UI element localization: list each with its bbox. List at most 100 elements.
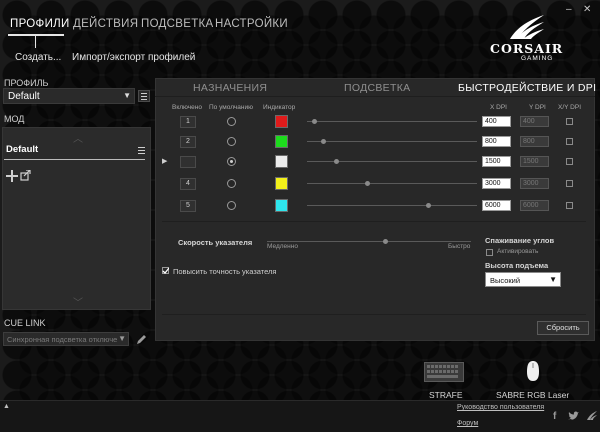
xy-dpi-checkbox[interactable] <box>566 138 573 145</box>
mode-menu-icon[interactable] <box>138 147 146 154</box>
x-dpi-input[interactable]: 3000 <box>482 178 511 189</box>
edit-pencil-icon[interactable] <box>136 334 147 345</box>
pointer-precision-checkbox[interactable] <box>162 267 169 274</box>
col-default: По умолчанию <box>209 104 253 111</box>
dpi-slider-track[interactable] <box>307 161 477 162</box>
default-stage-radio[interactable] <box>227 201 236 210</box>
angle-snapping-activate: Активировать <box>497 248 539 255</box>
corsair-small-icon[interactable] <box>586 409 598 421</box>
profile-label: ПРОФИЛЬ <box>4 78 49 88</box>
scroll-up-icon[interactable]: ︿ <box>73 130 83 145</box>
dpi-slider-thumb[interactable] <box>426 203 431 208</box>
xy-dpi-checkbox[interactable] <box>566 158 573 165</box>
default-stage-radio[interactable] <box>227 117 236 126</box>
xy-dpi-checkbox[interactable] <box>566 180 573 187</box>
y-dpi-input[interactable]: 1500 <box>520 156 549 167</box>
mouse-icon[interactable] <box>526 360 540 382</box>
x-dpi-input[interactable]: 1500 <box>482 156 511 167</box>
chevron-down-icon: ▼ <box>549 275 557 284</box>
indicator-color-swatch[interactable] <box>275 115 288 128</box>
col-enabled: Включено <box>172 104 202 111</box>
x-dpi-input[interactable]: 6000 <box>482 200 511 211</box>
default-stage-radio[interactable] <box>227 179 236 188</box>
tab-settings[interactable]: НАСТРОЙКИ <box>215 18 288 30</box>
profile-menu-button[interactable] <box>138 90 150 102</box>
x-dpi-input[interactable]: 400 <box>482 116 511 127</box>
dpi-stage-number[interactable]: 4 <box>180 178 196 190</box>
y-dpi-input[interactable]: 3000 <box>520 178 549 189</box>
active-tab-indicator <box>8 34 64 36</box>
active-stage-arrow-icon: ▶ <box>162 158 168 165</box>
default-stage-radio[interactable] <box>227 157 236 166</box>
tab-bar-divider <box>155 96 595 97</box>
minimize-button[interactable]: – <box>566 4 572 15</box>
dpi-slider-track[interactable] <box>307 205 477 206</box>
keyboard-icon[interactable] <box>424 362 464 382</box>
dpi-slider-thumb[interactable] <box>364 181 370 186</box>
dpi-stage-number[interactable]: 5 <box>180 200 196 212</box>
mode-item-underline <box>4 159 145 160</box>
pointer-precision-label: Повысить точность указателя <box>173 267 277 276</box>
x-dpi-input[interactable]: 800 <box>482 136 511 147</box>
xy-dpi-checkbox[interactable] <box>566 202 573 209</box>
tab-performance-dpi[interactable]: БЫСТРОДЕЙСТВИЕ И DPI <box>458 82 596 94</box>
dpi-stage-number[interactable]: 1 <box>180 116 196 128</box>
tab-profiles[interactable]: ПРОФИЛИ <box>10 18 70 30</box>
lift-height-value: Высокий <box>490 276 521 285</box>
corsair-sails-icon <box>510 15 544 39</box>
device-sabre-label: SABRE RGB Laser <box>496 390 570 400</box>
chevron-down-icon: ▼ <box>118 334 126 343</box>
tab-assignments[interactable]: НАЗНАЧЕНИЯ <box>193 82 267 94</box>
cue-link-select[interactable]: Синхронная подсветка отключе ▼ <box>3 332 129 346</box>
dpi-slider-thumb[interactable] <box>320 139 326 144</box>
angle-snapping-checkbox[interactable] <box>486 249 493 256</box>
checkmark-icon <box>162 267 169 274</box>
twitter-icon[interactable] <box>568 411 579 421</box>
tab-panel-lighting[interactable]: ПОДСВЕТКА <box>344 82 410 94</box>
indicator-color-swatch[interactable] <box>275 199 288 212</box>
indicator-color-swatch[interactable] <box>275 177 288 190</box>
col-indicator: Индикатор <box>263 104 296 111</box>
lift-height-label: Высота подъема <box>485 261 549 270</box>
dpi-slider-track[interactable] <box>307 183 477 184</box>
dpi-stage-number[interactable] <box>180 156 196 168</box>
chevron-down-icon: ▼ <box>123 91 131 100</box>
angle-snapping-label: Спаживание углов <box>485 236 555 245</box>
user-guide-link[interactable]: Руководство пользователя <box>457 404 544 411</box>
tab-lighting[interactable]: ПОДСВЕТКА <box>141 18 214 30</box>
forum-link[interactable]: Форум <box>457 420 478 427</box>
y-dpi-input[interactable]: 6000 <box>520 200 549 211</box>
pointer-speed-track[interactable] <box>267 241 471 242</box>
xy-dpi-checkbox[interactable] <box>566 118 573 125</box>
cue-link-label: CUE LINK <box>4 318 46 328</box>
close-button[interactable]: ✕ <box>583 4 591 15</box>
pointer-speed-fast: Быстро <box>448 243 471 250</box>
default-stage-radio[interactable] <box>227 137 236 146</box>
tab-actions[interactable]: ДЕЙСТВИЯ <box>73 18 138 30</box>
device-strafe-label: STRAFE <box>429 390 463 400</box>
import-mode-icon[interactable] <box>20 170 31 181</box>
reset-button[interactable]: Сбросить <box>537 321 589 335</box>
y-dpi-input[interactable]: 400 <box>520 116 549 127</box>
section-divider-bottom <box>162 314 586 315</box>
facebook-icon[interactable]: f <box>553 411 556 422</box>
mode-item-default[interactable]: Default <box>4 144 145 158</box>
indicator-color-swatch[interactable] <box>275 155 288 168</box>
y-dpi-input[interactable]: 800 <box>520 136 549 147</box>
scroll-down-icon[interactable]: ﹀ <box>73 294 83 309</box>
profile-select-value: Default <box>8 91 40 102</box>
collapse-arrow-icon[interactable]: ▲ <box>3 403 10 410</box>
pointer-speed-slow: Медленно <box>267 243 298 250</box>
active-tab-connector <box>35 36 36 48</box>
pointer-speed-label: Скорость указателя <box>178 238 253 247</box>
indicator-color-swatch[interactable] <box>275 135 288 148</box>
mode-item-label: Default <box>6 144 39 155</box>
dpi-slider-track[interactable] <box>307 121 477 122</box>
create-profile-button[interactable]: Создать... <box>15 52 61 63</box>
lift-height-select[interactable]: Высокий ▼ <box>485 272 561 287</box>
dpi-slider-track[interactable] <box>307 141 477 142</box>
import-export-profiles-button[interactable]: Импорт/экспорт профилей <box>72 52 195 63</box>
profile-select[interactable]: Default ▼ <box>3 88 135 104</box>
dpi-stage-number[interactable]: 2 <box>180 136 196 148</box>
add-mode-icon[interactable] <box>6 170 18 182</box>
